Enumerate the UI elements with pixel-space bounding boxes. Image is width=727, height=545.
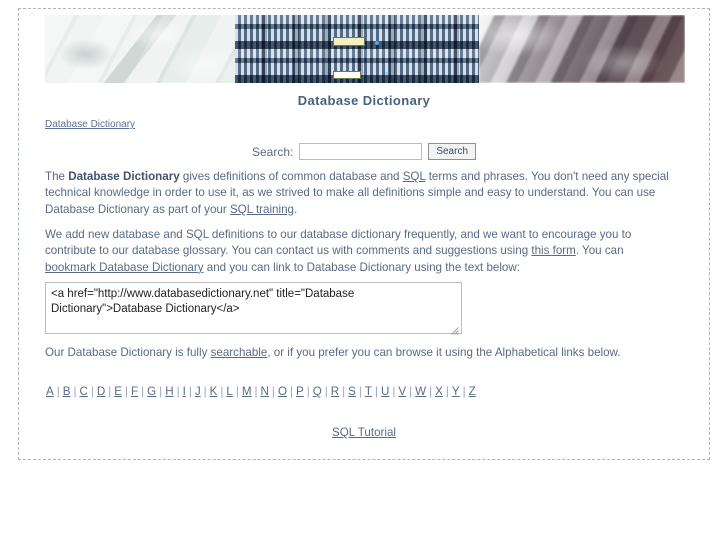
para1-text-4: . (293, 202, 298, 216)
alphabet-link-t[interactable]: T (364, 385, 373, 398)
alphabet-separator: | (90, 385, 94, 398)
footer: SQL Tutorial (19, 426, 709, 439)
alphabet-link-s[interactable]: S (347, 385, 357, 398)
keyboard-dark-photo (479, 15, 685, 83)
link-sql-training[interactable]: SQL training (230, 203, 294, 216)
alphabet-link-j[interactable]: J (194, 385, 202, 398)
header-banner (45, 15, 685, 83)
link-code-container: <a href="http://www.databasedictionary.n… (45, 282, 462, 339)
alphabet-separator: | (462, 385, 466, 398)
alphabet-separator: | (358, 385, 362, 398)
page-title: Database Dictionary (297, 93, 431, 108)
alphabet-links: A | B | C | D | E | F | G | H | I | J | K | L | M | N | O | P | Q | R | S | T |… (45, 385, 477, 398)
alphabet-link-z[interactable]: Z (468, 385, 477, 398)
alphabet-separator: | (289, 385, 293, 398)
alphabet-separator: | (125, 385, 129, 398)
breadcrumb-link-database-dictionary[interactable]: Database Dictionary (45, 119, 135, 130)
keyboard-light-photo (45, 15, 235, 83)
alphabet-link-w[interactable]: W (414, 385, 427, 398)
intro-paragraph: The Database Dictionary gives definition… (45, 169, 677, 218)
para2-text-3: and you can link to Database Dictionary … (203, 260, 520, 274)
breadcrumb: Database Dictionary (45, 119, 135, 130)
alphabet-separator: | (445, 385, 449, 398)
alphabet-separator: | (56, 385, 60, 398)
alphabet-link-r[interactable]: R (330, 385, 340, 398)
alphabet-separator: | (306, 385, 310, 398)
alphabet-link-y[interactable]: Y (451, 385, 461, 398)
link-sql-tutorial[interactable]: SQL Tutorial (332, 426, 396, 439)
alphabet-link-o[interactable]: O (277, 385, 288, 398)
search-button[interactable]: Search (428, 143, 477, 160)
alphabet-link-m[interactable]: M (241, 385, 253, 398)
alphabet-separator: | (176, 385, 180, 398)
alphabet-link-u[interactable]: U (380, 385, 390, 398)
alphabet-link-a[interactable]: A (45, 385, 55, 398)
para3-text-1: Our Database Dictionary is fully (45, 346, 211, 359)
alphabet-link-h[interactable]: H (164, 385, 174, 398)
alphabet-link-n[interactable]: N (260, 385, 270, 398)
alphabet-link-c[interactable]: C (79, 385, 89, 398)
link-searchable[interactable]: searchable (211, 346, 268, 359)
alphabet-separator: | (271, 385, 275, 398)
server-racks-photo (235, 15, 479, 83)
para2-text-2: . You can (575, 244, 624, 258)
link-sql[interactable]: SQL (403, 170, 426, 183)
alphabet-separator: | (375, 385, 379, 398)
para1-text-1: The (45, 170, 69, 183)
alphabet-separator: | (188, 385, 192, 398)
alphabet-link-p[interactable]: P (295, 385, 305, 398)
alphabet-link-l[interactable]: L (225, 385, 233, 398)
link-code-textarea[interactable]: <a href="http://www.databasedictionary.n… (45, 282, 462, 334)
alphabet-link-v[interactable]: V (397, 385, 407, 398)
alphabet-separator: | (235, 385, 239, 398)
para1-text-2: gives definitions of common database and (179, 170, 403, 183)
alphabet-separator: | (73, 385, 77, 398)
alphabet-link-e[interactable]: E (113, 385, 123, 398)
alphabet-link-k[interactable]: K (209, 385, 219, 398)
search-input[interactable] (299, 143, 423, 160)
search-row: Search: Search (19, 143, 709, 160)
page-border-frame: Database Dictionary Database Dictionary … (18, 8, 710, 460)
alphabet-link-f[interactable]: F (130, 385, 139, 398)
contribute-paragraph: We add new database and SQL definitions … (45, 227, 677, 276)
alphabet-link-g[interactable]: G (146, 385, 157, 398)
alphabet-link-d[interactable]: D (96, 385, 106, 398)
alphabet-separator: | (324, 385, 328, 398)
link-bookmark-database-dictionary[interactable]: bookmark Database Dictionary (45, 261, 204, 274)
para3-text-2: , or if you prefer you can browse it usi… (267, 346, 621, 359)
alphabet-link-x[interactable]: X (434, 385, 444, 398)
alphabet-separator: | (254, 385, 258, 398)
para1-strong: Database Dictionary (68, 170, 180, 183)
link-this-form[interactable]: this form (531, 244, 575, 257)
search-label: Search: (251, 144, 294, 159)
alphabet-link-q[interactable]: Q (312, 385, 323, 398)
alphabet-separator: | (203, 385, 207, 398)
browse-paragraph: Our Database Dictionary is fully searcha… (45, 345, 677, 361)
